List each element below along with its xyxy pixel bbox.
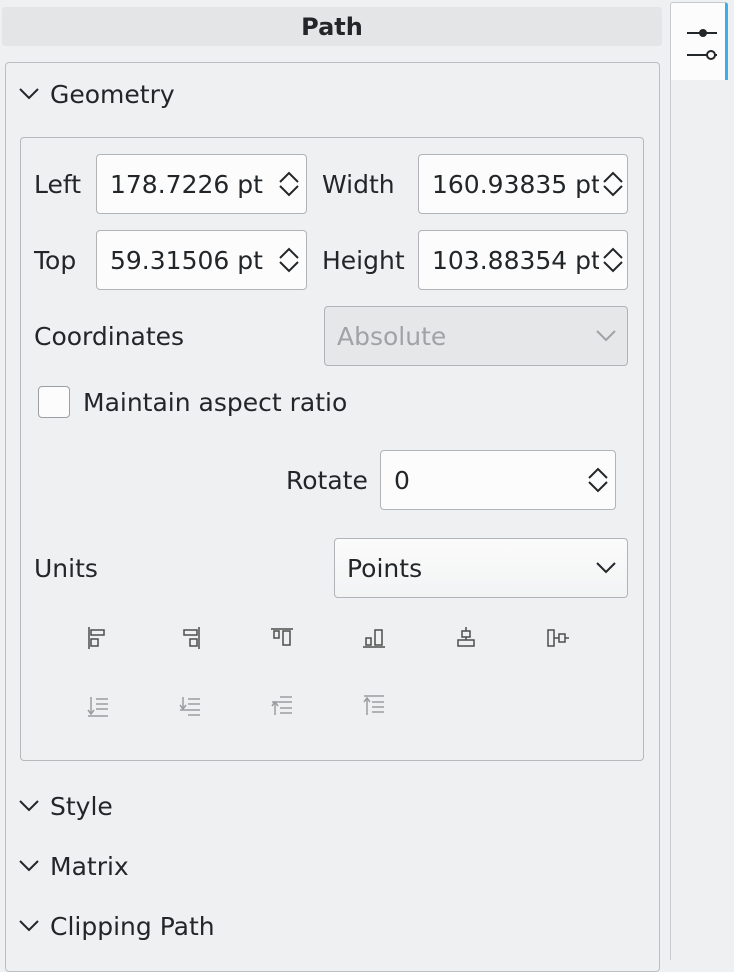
lower-button[interactable] (264, 688, 300, 724)
left-label: Left (34, 169, 82, 199)
chevron-down-icon (19, 800, 39, 812)
aspect-ratio-checkbox[interactable] (38, 386, 70, 418)
chevron-down-icon (19, 88, 39, 100)
left-value: 178.7226 pt (110, 169, 263, 199)
rotate-spinbox[interactable]: 0 (380, 450, 616, 510)
height-spinbox[interactable]: 103.88354 pt (418, 230, 628, 290)
align-center-horizontal-button[interactable] (448, 620, 484, 656)
align-bottom-icon (363, 629, 385, 648)
align-center-vertical-icon (547, 629, 569, 647)
align-center-vertical-button[interactable] (540, 620, 576, 656)
width-spinbox[interactable]: 160.93835 pt (418, 154, 628, 214)
raise-button[interactable] (172, 688, 208, 724)
top-spinbox[interactable]: 59.31506 pt (96, 230, 307, 290)
align-left-button[interactable] (80, 620, 116, 656)
chevron-down-icon (19, 860, 39, 872)
spin-down-icon[interactable] (601, 260, 625, 274)
units-label: Units (34, 553, 98, 583)
side-dock-strip (670, 80, 734, 960)
height-label: Height (322, 245, 405, 275)
top-label: Top (34, 245, 77, 275)
send-to-back-button[interactable] (356, 688, 392, 724)
section-geometry-label: Geometry (50, 79, 175, 109)
spin-up-icon[interactable] (601, 246, 625, 260)
coordinates-value: Absolute (337, 321, 447, 351)
tool-options-tab[interactable] (670, 2, 728, 80)
spin-down-icon[interactable] (277, 184, 301, 198)
section-clipping-path-label: Clipping Path (50, 911, 215, 941)
lower-icon (271, 696, 292, 715)
spin-down-icon[interactable] (586, 480, 610, 494)
spin-down-icon[interactable] (601, 184, 625, 198)
tool-options-sliders-icon (687, 29, 717, 60)
raise-icon (179, 697, 200, 716)
bring-to-front-icon (87, 697, 108, 717)
width-value: 160.93835 pt (432, 169, 599, 199)
section-matrix-header[interactable]: Matrix (18, 846, 129, 886)
coordinates-combobox[interactable]: Absolute (324, 306, 628, 366)
spin-up-icon[interactable] (277, 246, 301, 260)
units-value: Points (347, 553, 423, 583)
rotate-label: Rotate (286, 465, 368, 495)
send-to-back-icon (363, 695, 384, 715)
bring-to-front-button[interactable] (80, 688, 116, 724)
align-bottom-button[interactable] (356, 620, 392, 656)
coordinates-label: Coordinates (34, 321, 185, 351)
aspect-ratio-label: Maintain aspect ratio (83, 387, 348, 417)
spin-down-icon[interactable] (277, 260, 301, 274)
top-value: 59.31506 pt (110, 245, 263, 275)
chevron-down-icon (19, 920, 39, 932)
spin-up-icon[interactable] (601, 170, 625, 184)
chevron-down-icon (596, 330, 616, 342)
align-right-icon (183, 627, 200, 649)
chevron-down-icon (596, 562, 616, 574)
align-center-horizontal-icon (457, 627, 475, 647)
units-combobox[interactable]: Points (334, 538, 628, 598)
panel-title-text: Path (301, 12, 363, 41)
spin-up-icon[interactable] (277, 170, 301, 184)
align-right-button[interactable] (172, 620, 208, 656)
section-geometry-header[interactable]: Geometry (18, 74, 175, 114)
height-value: 103.88354 pt (432, 245, 599, 275)
section-matrix-label: Matrix (50, 851, 129, 881)
align-top-icon (271, 628, 293, 646)
align-left-icon (88, 627, 105, 649)
rotate-value: 0 (394, 465, 410, 495)
align-top-button[interactable] (264, 620, 300, 656)
section-clipping-path-header[interactable]: Clipping Path (18, 906, 215, 946)
left-spinbox[interactable]: 178.7226 pt (96, 154, 307, 214)
section-style-header[interactable]: Style (18, 786, 113, 826)
width-label: Width (322, 169, 395, 199)
panel-title: Path (2, 7, 662, 46)
spin-up-icon[interactable] (586, 466, 610, 480)
section-style-label: Style (50, 791, 113, 821)
